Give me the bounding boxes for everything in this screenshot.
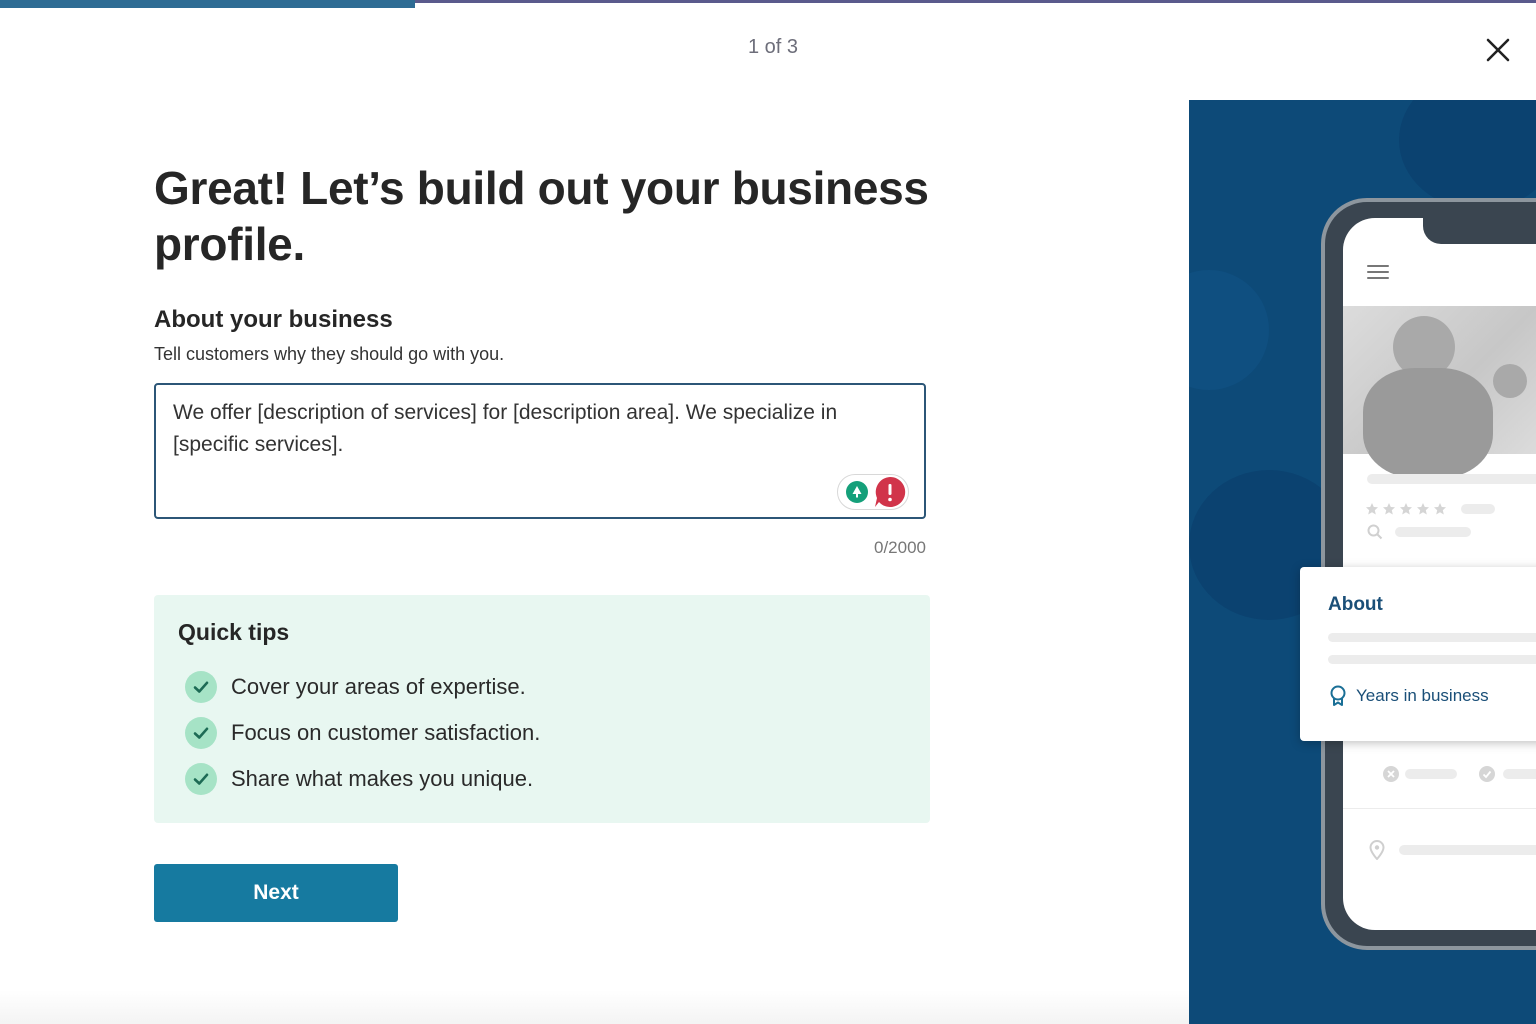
about-card: About Years in business <box>1300 567 1536 741</box>
bottom-shadow <box>0 990 1189 1024</box>
grammar-check-icon <box>846 481 868 503</box>
next-button[interactable]: Next <box>154 864 398 922</box>
award-icon <box>1330 685 1346 706</box>
tip-text: Share what makes you unique. <box>231 766 534 791</box>
placeholder-line <box>1405 769 1457 779</box>
menu-icon <box>1367 265 1389 279</box>
placeholder-line <box>1367 474 1536 484</box>
placeholder-line <box>1461 504 1495 514</box>
placeholder-line <box>1503 769 1536 779</box>
tip-text: Focus on customer satisfaction. <box>231 720 541 745</box>
decorative-shape <box>1399 100 1536 210</box>
business-description-textarea[interactable]: We offer [description of services] for [… <box>154 383 926 519</box>
placeholder-line <box>1328 655 1536 664</box>
step-indicator: 1 of 3 <box>747 36 799 58</box>
close-icon <box>1486 38 1510 62</box>
placeholder-line <box>1328 633 1536 642</box>
years-in-business-label: Years in business <box>1356 686 1489 705</box>
placeholder-line <box>1399 845 1536 855</box>
close-button[interactable] <box>1478 30 1518 70</box>
tip-item: Cover your areas of expertise. <box>178 664 906 710</box>
textarea-value: We offer [description of services] for [… <box>173 401 838 456</box>
section-heading: About your business <box>154 306 393 333</box>
photo-person <box>1363 368 1493 478</box>
quick-tips-panel: Quick tips Cover your areas of expertise… <box>154 595 930 823</box>
tip-text: Cover your areas of expertise. <box>231 674 526 699</box>
years-in-business-row: Years in business <box>1328 685 1489 707</box>
quick-tips-list: Cover your areas of expertise. Focus on … <box>178 664 906 802</box>
decorative-shape <box>1189 270 1269 390</box>
close-circle-icon <box>1383 766 1399 782</box>
character-count: 0/2000 <box>874 538 926 557</box>
alert-icon <box>875 476 906 507</box>
search-icon <box>1367 524 1383 540</box>
page-title: Great! Let’s build out your business pro… <box>154 162 929 270</box>
check-icon <box>185 671 217 703</box>
check-icon <box>185 763 217 795</box>
photo-person <box>1493 364 1527 398</box>
quick-tips-title: Quick tips <box>178 619 290 645</box>
business-photo <box>1343 306 1536 478</box>
progress-fill <box>0 0 415 8</box>
check-icon <box>185 717 217 749</box>
section-subtitle: Tell customers why they should go with y… <box>154 344 505 364</box>
phone-notch <box>1423 218 1536 244</box>
about-title: About <box>1328 594 1383 615</box>
profile-preview-illustration: About Years in business <box>1189 100 1536 1024</box>
tip-item: Focus on customer satisfaction. <box>178 710 906 756</box>
grammar-assistant-widget[interactable] <box>837 474 909 510</box>
tip-item: Share what makes you unique. <box>178 756 906 802</box>
check-circle-icon <box>1479 766 1495 782</box>
location-pin-icon <box>1369 840 1385 860</box>
divider <box>1343 808 1536 809</box>
rating-stars-icon <box>1366 503 1446 515</box>
placeholder-line <box>1395 527 1471 537</box>
profile-form: Great! Let’s build out your business pro… <box>154 160 944 922</box>
